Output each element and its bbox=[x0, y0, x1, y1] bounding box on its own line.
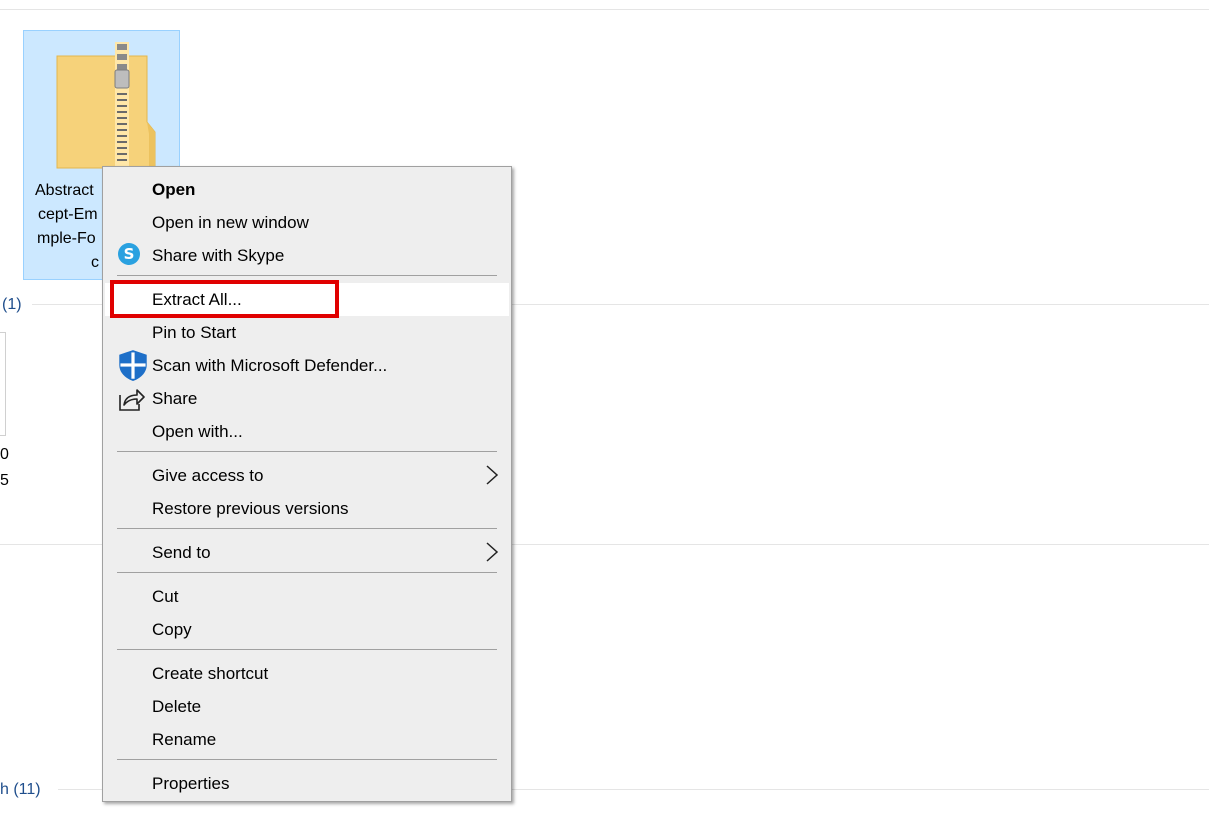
menu-item-label: Open in new window bbox=[152, 213, 309, 232]
menu-item-share[interactable]: Share bbox=[105, 382, 509, 415]
menu-item-label: Give access to bbox=[152, 466, 264, 485]
menu-item-cut[interactable]: Cut bbox=[105, 580, 509, 613]
menu-item-create-shortcut[interactable]: Create shortcut bbox=[105, 657, 509, 690]
menu-item-label: Send to bbox=[152, 543, 211, 562]
zip-folder-icon bbox=[56, 42, 156, 170]
menu-item-share-with-skype[interactable]: S Share with Skype bbox=[105, 239, 509, 272]
menu-separator bbox=[117, 275, 497, 276]
menu-item-label: Rename bbox=[152, 730, 217, 749]
context-menu: Open Open in new window S Share with Sky… bbox=[102, 166, 512, 802]
chevron-right-icon bbox=[486, 542, 499, 562]
menu-item-copy[interactable]: Copy bbox=[105, 613, 509, 646]
menu-item-label: Restore previous versions bbox=[152, 499, 349, 518]
menu-item-label: Share bbox=[152, 389, 198, 408]
menu-item-label: Share with Skype bbox=[152, 246, 285, 265]
menu-item-give-access-to[interactable]: Give access to bbox=[105, 459, 509, 492]
menu-item-restore-previous-versions[interactable]: Restore previous versions bbox=[105, 492, 509, 525]
menu-item-extract-all[interactable]: Extract All... bbox=[105, 283, 509, 316]
chevron-right-icon bbox=[486, 465, 499, 485]
menu-item-label: Open bbox=[152, 180, 196, 199]
file-name-fragment: 0 bbox=[0, 446, 9, 463]
group-divider-top bbox=[0, 9, 1209, 10]
menu-separator bbox=[117, 649, 497, 650]
menu-item-rename[interactable]: Rename bbox=[105, 723, 509, 756]
menu-separator bbox=[117, 572, 497, 573]
group-header-count[interactable]: (1) bbox=[2, 295, 22, 315]
menu-item-scan-with-defender[interactable]: Scan with Microsoft Defender... bbox=[105, 349, 509, 382]
menu-item-delete[interactable]: Delete bbox=[105, 690, 509, 723]
menu-item-label: Cut bbox=[152, 587, 179, 606]
menu-separator bbox=[117, 759, 497, 760]
skype-icon: S bbox=[118, 243, 140, 265]
menu-item-label: Pin to Start bbox=[152, 323, 237, 342]
menu-item-label: Copy bbox=[152, 620, 192, 639]
menu-item-open-new-window[interactable]: Open in new window bbox=[105, 206, 509, 239]
menu-item-open[interactable]: Open bbox=[105, 173, 509, 206]
menu-item-send-to[interactable]: Send to bbox=[105, 536, 509, 569]
group-header-count[interactable]: h (11) bbox=[0, 780, 41, 800]
menu-item-properties[interactable]: Properties bbox=[105, 767, 509, 800]
share-icon bbox=[119, 389, 145, 411]
menu-item-label: Create shortcut bbox=[152, 664, 269, 683]
menu-item-label: Extract All... bbox=[152, 290, 242, 309]
menu-item-open-with[interactable]: Open with... bbox=[105, 415, 509, 448]
defender-shield-icon bbox=[119, 350, 147, 381]
svg-text:S: S bbox=[124, 245, 135, 263]
menu-item-label: Scan with Microsoft Defender... bbox=[152, 356, 388, 375]
menu-separator bbox=[117, 528, 497, 529]
file-thumbnail[interactable] bbox=[0, 332, 6, 436]
menu-item-label: Delete bbox=[152, 697, 202, 716]
menu-item-label: Open with... bbox=[152, 422, 243, 441]
menu-item-pin-to-start[interactable]: Pin to Start bbox=[105, 316, 509, 349]
menu-item-label: Properties bbox=[152, 774, 230, 793]
file-name-fragment: 5 bbox=[0, 472, 9, 489]
menu-separator bbox=[117, 451, 497, 452]
